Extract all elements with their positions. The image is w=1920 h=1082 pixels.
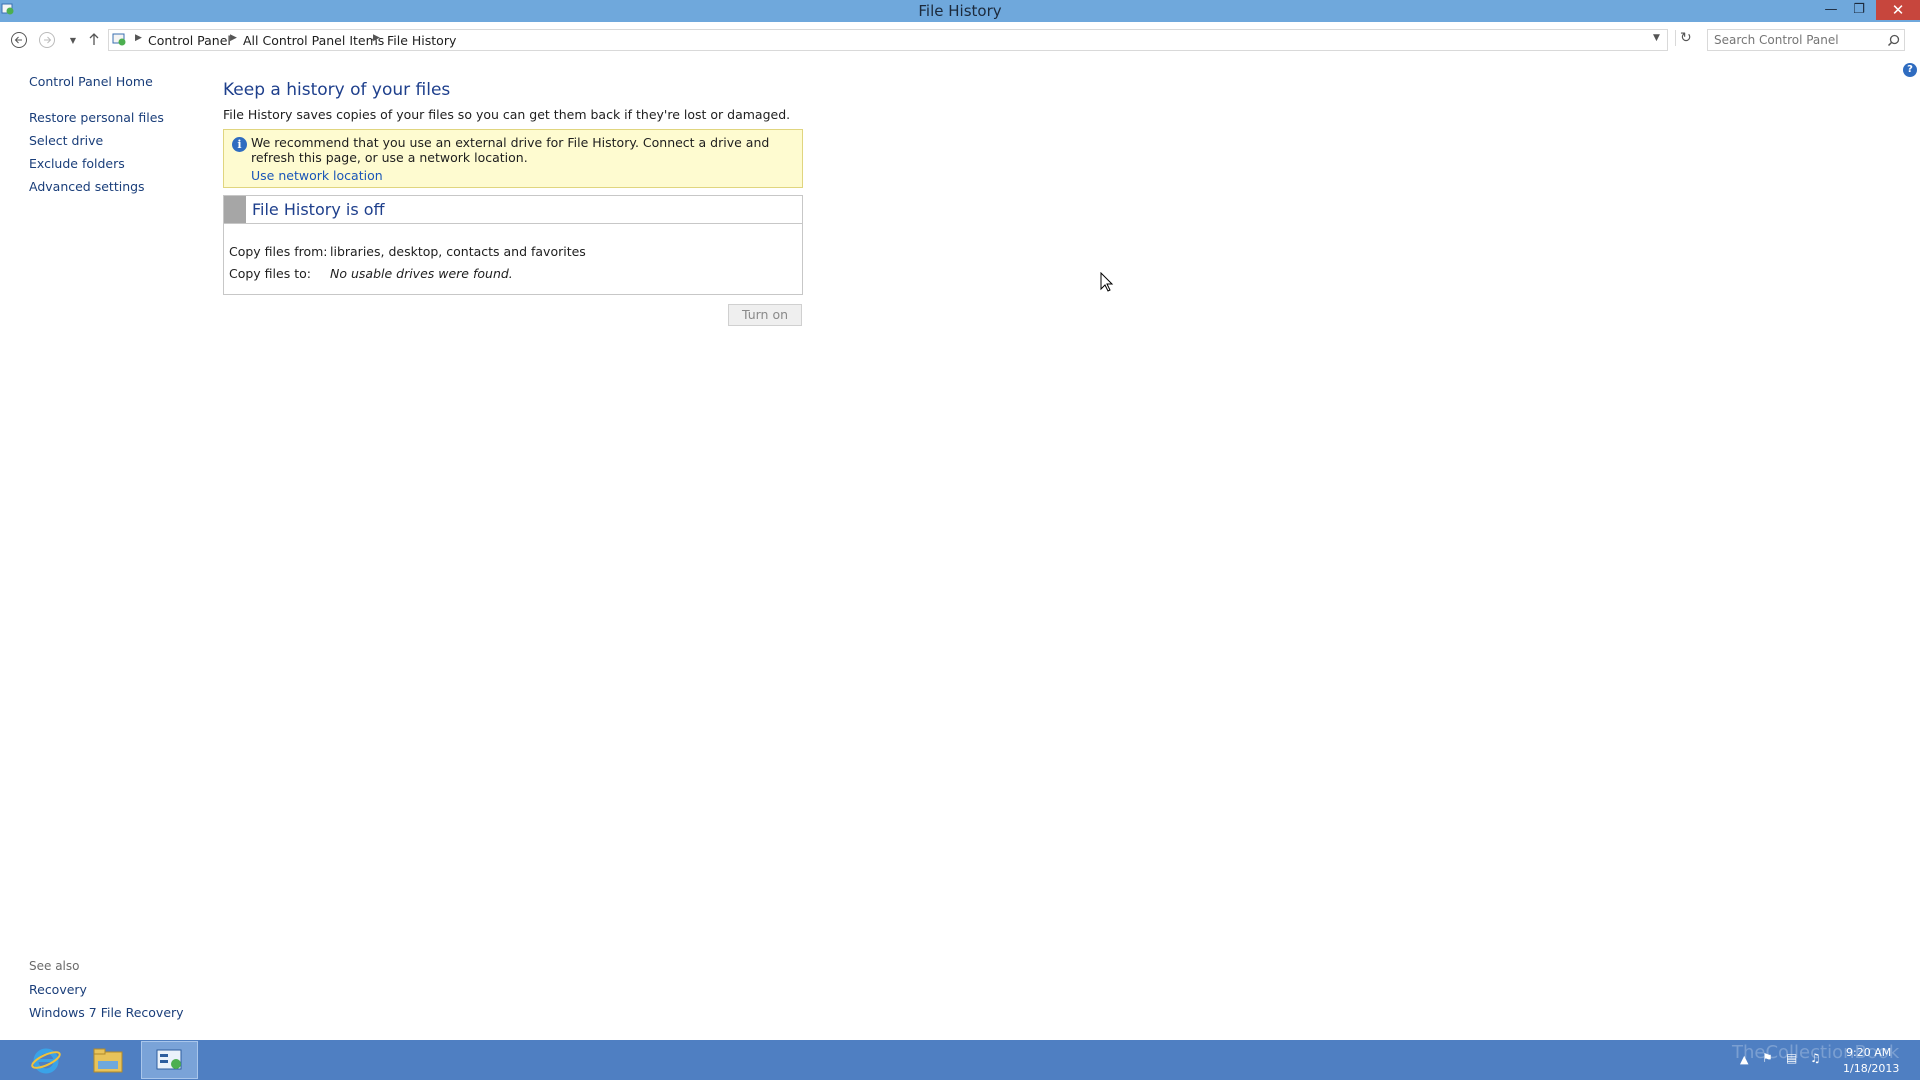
sidebar-item-restore-personal-files[interactable]: Restore personal files — [29, 110, 164, 125]
sidebar-item-exclude-folders[interactable]: Exclude folders — [29, 156, 125, 171]
address-bar[interactable]: ▶ Control Panel ▶ All Control Panel Item… — [108, 29, 1692, 51]
copy-to-label: Copy files to: — [229, 266, 311, 281]
show-hidden-icons-icon[interactable]: ▲ — [1740, 1053, 1748, 1066]
control-panel-icon — [112, 33, 126, 46]
control-panel-icon — [156, 1049, 182, 1070]
restore-button[interactable]: ❐ — [1846, 0, 1872, 20]
see-also-heading: See also — [29, 959, 80, 973]
search-box[interactable] — [1707, 29, 1905, 51]
forward-icon[interactable] — [37, 31, 57, 51]
clock-date[interactable]: 1/18/2013 — [1843, 1062, 1899, 1075]
breadcrumb-separator-icon[interactable]: ▶ — [135, 33, 142, 43]
recommendation-info-box: i We recommend that you use an external … — [223, 129, 803, 188]
see-also-windows-7-file-recovery-link[interactable]: Windows 7 File Recovery — [29, 1005, 184, 1020]
title-bar[interactable]: File History — ❐ ✕ — [0, 0, 1920, 22]
taskbar — [0, 1040, 1920, 1080]
sidebar-item-select-drive[interactable]: Select drive — [29, 133, 103, 148]
use-network-location-link[interactable]: Use network location — [251, 168, 383, 183]
breadcrumb-control-panel[interactable]: Control Panel — [148, 33, 231, 48]
breadcrumb-separator-icon[interactable]: ▶ — [230, 33, 237, 43]
taskbar-control-panel[interactable] — [141, 1041, 198, 1079]
search-input[interactable] — [1714, 33, 1874, 47]
turn-on-button[interactable]: Turn on — [728, 304, 802, 326]
taskbar-file-explorer[interactable] — [84, 1041, 132, 1079]
info-icon: i — [232, 137, 247, 152]
recent-locations-chevron-icon[interactable]: ▼ — [63, 31, 83, 51]
sidebar-item-control-panel-home[interactable]: Control Panel Home — [29, 74, 153, 89]
volume-icon[interactable]: ♫ — [1810, 1051, 1821, 1065]
page-title: Keep a history of your files — [223, 80, 451, 100]
close-button[interactable]: ✕ — [1876, 0, 1920, 20]
copy-from-label: Copy files from: — [229, 244, 328, 259]
back-icon[interactable] — [9, 31, 29, 51]
taskbar-internet-explorer[interactable] — [22, 1041, 70, 1079]
recommendation-message: We recommend that you use an external dr… — [251, 135, 770, 165]
copy-from-value: libraries, desktop, contacts and favorit… — [330, 244, 586, 259]
sidebar-item-advanced-settings[interactable]: Advanced settings — [29, 179, 145, 194]
network-icon[interactable]: ▤ — [1786, 1051, 1797, 1065]
address-dropdown-icon[interactable]: ▼ — [1653, 33, 1660, 43]
search-icon[interactable] — [1887, 34, 1900, 47]
breadcrumb-separator-icon[interactable]: ▶ — [373, 33, 380, 43]
minimize-button[interactable]: — — [1818, 0, 1844, 20]
refresh-icon[interactable]: ↻ — [1675, 30, 1692, 46]
folder-icon — [93, 1048, 123, 1073]
file-history-status-panel: File History is off Copy files from: lib… — [223, 195, 803, 295]
page-description: File History saves copies of your files … — [223, 107, 791, 122]
mouse-cursor-icon — [1100, 272, 1114, 292]
window-title: File History — [918, 2, 1002, 20]
copy-to-value: No usable drives were found. — [330, 266, 513, 281]
breadcrumb-all-control-panel-items[interactable]: All Control Panel Items — [243, 33, 384, 48]
clock-time[interactable]: 9:20 AM — [1846, 1046, 1891, 1059]
status-title: File History is off — [252, 200, 385, 219]
see-also-recovery-link[interactable]: Recovery — [29, 982, 87, 997]
status-header: File History is off — [224, 196, 802, 224]
internet-explorer-icon — [31, 1048, 61, 1074]
action-center-flag-icon[interactable]: ⚑ — [1762, 1051, 1773, 1065]
status-indicator — [224, 196, 246, 223]
help-icon[interactable]: ? — [1903, 63, 1917, 77]
breadcrumb-file-history[interactable]: File History — [387, 33, 456, 48]
up-arrow-icon[interactable] — [84, 31, 104, 51]
